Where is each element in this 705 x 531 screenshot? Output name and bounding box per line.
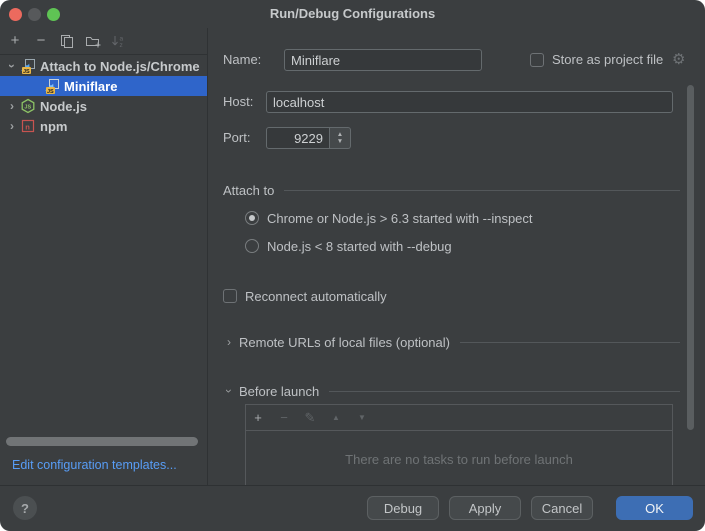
npm-icon: n	[20, 118, 36, 134]
close-window-button[interactable]	[9, 8, 22, 21]
before-launch-section-header[interactable]: › Before launch	[223, 383, 680, 399]
chevron-down-icon[interactable]: ›	[6, 59, 18, 73]
add-task-icon[interactable]: +	[251, 411, 265, 425]
svg-text:n: n	[25, 123, 30, 132]
store-as-project-file-label: Store as project file	[552, 52, 663, 68]
before-launch-tasks-panel: + − ✎ ▲ ▼ There are no tasks to run befo…	[245, 404, 673, 486]
remove-configuration-icon[interactable]: −	[33, 33, 49, 49]
tree-item-label: Miniflare	[64, 79, 117, 94]
move-task-down-icon: ▼	[355, 411, 369, 425]
tree-item-attach-to-nodejs-chrome[interactable]: › JS Attach to Node.js/Chrome	[0, 56, 207, 76]
attach-to-group-header: Attach to	[223, 182, 680, 198]
content-vertical-scrollbar[interactable]	[687, 85, 694, 430]
zoom-window-button[interactable]	[47, 8, 60, 21]
debug-button[interactable]: Debug	[367, 496, 439, 520]
radio-button-selected[interactable]	[245, 211, 259, 225]
tree-item-label: npm	[40, 119, 67, 134]
svg-text:z: z	[120, 42, 123, 48]
spinner-down-icon[interactable]: ▼	[337, 138, 343, 145]
radio-button[interactable]	[245, 239, 259, 253]
remote-urls-section-header[interactable]: › Remote URLs of local files (optional)	[223, 334, 680, 350]
move-task-up-icon: ▲	[329, 411, 343, 425]
sidebar-horizontal-scrollbar[interactable]	[6, 437, 198, 446]
attach-nodejs-chrome-icon: JS	[44, 78, 60, 94]
nodejs-icon: JS	[20, 98, 36, 114]
new-folder-icon[interactable]	[85, 33, 101, 49]
chevron-right-icon[interactable]: ›	[6, 119, 18, 133]
port-input[interactable]	[266, 127, 330, 149]
reconnect-automatically-row[interactable]: Reconnect automatically	[223, 288, 387, 304]
chevron-right-icon[interactable]: ›	[223, 335, 235, 349]
radio-label: Node.js < 8 started with --debug	[267, 239, 452, 254]
copy-configuration-icon[interactable]	[59, 33, 75, 49]
help-button[interactable]: ?	[13, 496, 37, 520]
tasks-toolbar: + − ✎ ▲ ▼	[246, 405, 672, 431]
configuration-form: Name: Store as project file ⚙ Host: Port…	[208, 28, 705, 486]
separator-line	[284, 190, 680, 191]
sort-configurations-icon[interactable]: a z	[111, 33, 127, 49]
sidebar-toolbar: + − a z	[0, 28, 207, 55]
svg-text:JS: JS	[47, 89, 54, 94]
dialog-footer: ? Debug Apply Cancel OK	[0, 485, 705, 531]
svg-text:JS: JS	[23, 69, 30, 74]
configurations-sidebar: + − a z	[0, 28, 208, 486]
separator-line	[329, 391, 680, 392]
edit-task-icon: ✎	[303, 411, 317, 425]
ok-button[interactable]: OK	[616, 496, 693, 520]
chevron-right-icon[interactable]: ›	[6, 99, 18, 113]
radio-label: Chrome or Node.js > 6.3 started with --i…	[267, 211, 533, 226]
dialog-title: Run/Debug Configurations	[0, 0, 705, 28]
empty-tasks-message: There are no tasks to run before launch	[246, 431, 672, 486]
reconnect-label: Reconnect automatically	[245, 289, 387, 304]
run-debug-configurations-dialog: Run/Debug Configurations + −	[0, 0, 705, 531]
apply-button[interactable]: Apply	[449, 496, 521, 520]
attach-nodejs-chrome-icon: JS	[20, 58, 36, 74]
name-input[interactable]	[284, 49, 482, 71]
edit-configuration-templates-link[interactable]: Edit configuration templates...	[12, 458, 177, 472]
minimize-window-button	[28, 8, 41, 21]
footer-buttons: Debug Apply Cancel OK	[367, 496, 693, 520]
port-label: Port:	[223, 130, 250, 146]
reconnect-checkbox[interactable]	[223, 289, 237, 303]
chevron-down-icon[interactable]: ›	[223, 384, 235, 398]
host-input[interactable]	[266, 91, 673, 113]
title-bar: Run/Debug Configurations	[0, 0, 705, 28]
radio-chrome-inspect[interactable]: Chrome or Node.js > 6.3 started with --i…	[245, 210, 533, 226]
add-configuration-icon[interactable]: +	[7, 33, 23, 49]
tree-item-label: Attach to Node.js/Chrome	[40, 59, 200, 74]
port-field: ▲ ▼	[266, 127, 351, 149]
tree-item-label: Node.js	[40, 99, 87, 114]
remove-task-icon: −	[277, 411, 291, 425]
attach-to-label: Attach to	[223, 183, 274, 198]
tree-item-nodejs[interactable]: › JS Node.js	[0, 96, 207, 116]
store-as-project-file-checkbox[interactable]	[530, 53, 544, 67]
name-label: Name:	[223, 52, 261, 68]
separator-line	[460, 342, 680, 343]
cancel-button[interactable]: Cancel	[531, 496, 593, 520]
tree-item-miniflare[interactable]: JS Miniflare	[0, 76, 207, 96]
spinner-up-icon[interactable]: ▲	[337, 131, 343, 138]
gear-icon[interactable]: ⚙	[672, 52, 685, 68]
configurations-tree: › JS Attach to Node.js/Chrome	[0, 56, 207, 136]
radio-nodejs-debug[interactable]: Node.js < 8 started with --debug	[245, 238, 452, 254]
svg-text:JS: JS	[24, 105, 31, 111]
host-label: Host:	[223, 94, 253, 110]
port-stepper[interactable]: ▲ ▼	[330, 127, 351, 149]
before-launch-label: Before launch	[239, 384, 319, 399]
tree-item-npm[interactable]: › n npm	[0, 116, 207, 136]
remote-urls-label: Remote URLs of local files (optional)	[239, 335, 450, 350]
